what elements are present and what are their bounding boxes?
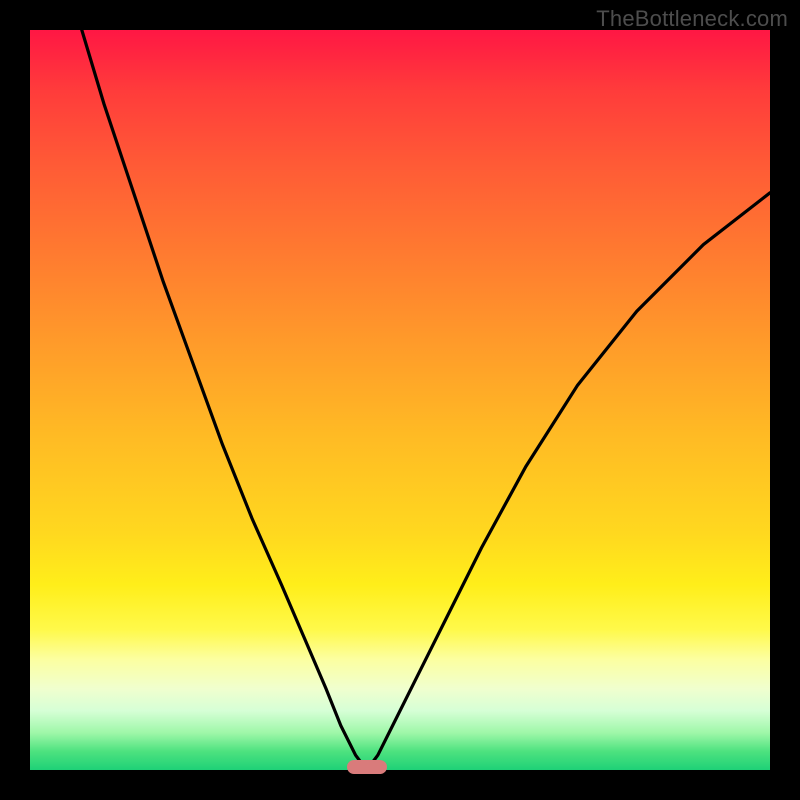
bottleneck-marker (347, 760, 387, 774)
plot-area (30, 30, 770, 770)
outer-frame: TheBottleneck.com (0, 0, 800, 800)
watermark-text: TheBottleneck.com (596, 6, 788, 32)
right-curve-path (367, 193, 770, 770)
left-curve-path (82, 30, 367, 770)
curve-layer (30, 30, 770, 770)
